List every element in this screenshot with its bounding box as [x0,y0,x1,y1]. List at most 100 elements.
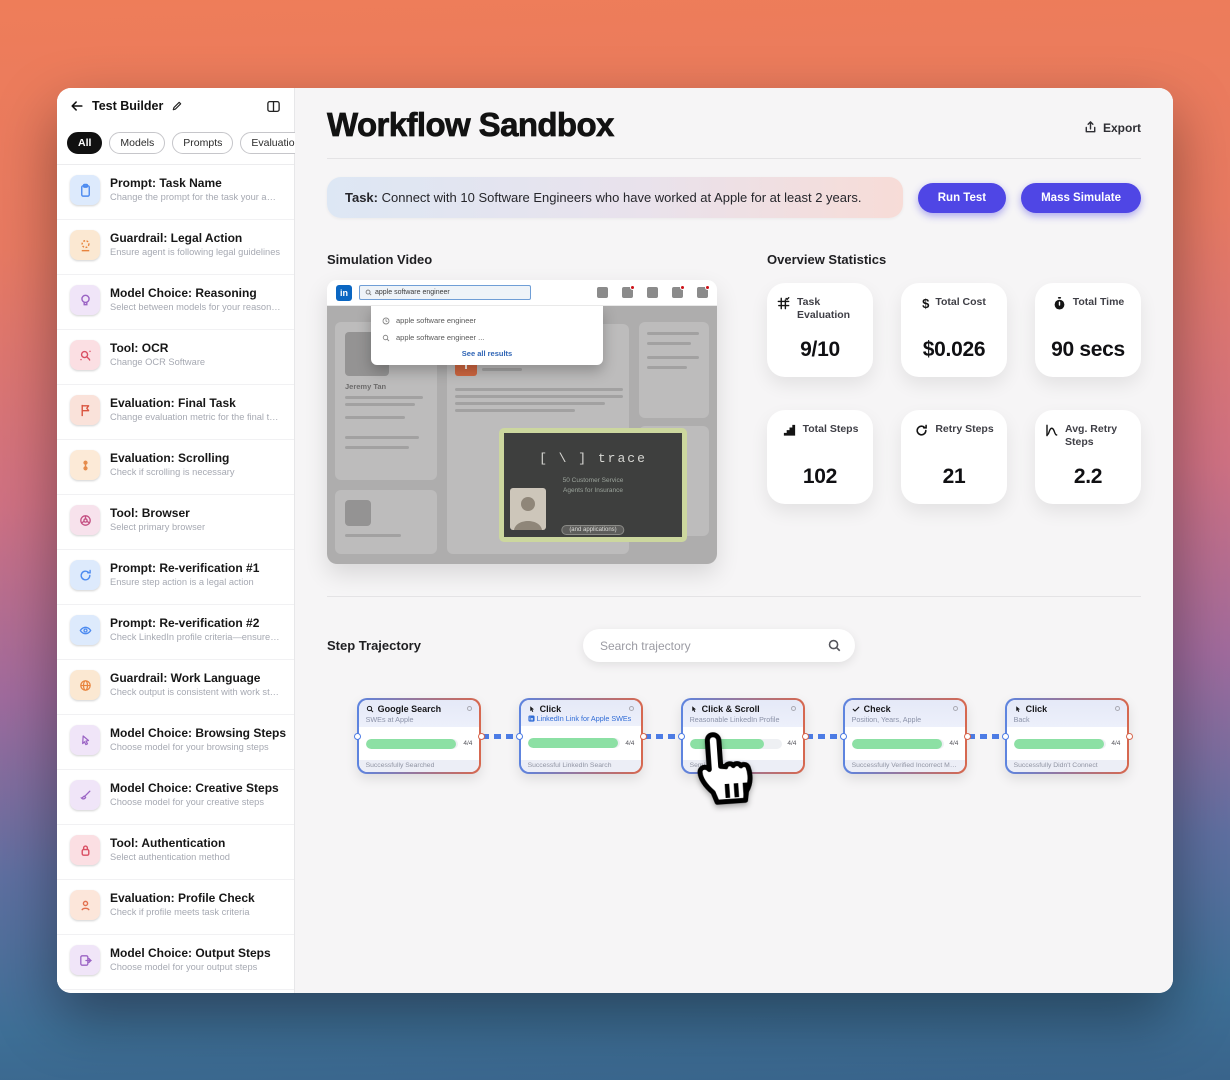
node-click-back[interactable]: Click Back 4/4 Successfully Didn't Conne… [1005,698,1129,774]
linkedin-search-box[interactable]: apple software engineer [359,285,531,300]
brush-icon [70,780,100,810]
stat-card-task-evaluation: Task Evaluation 9/10 [767,283,873,377]
progress-count: 4/4 [463,740,472,747]
sidebar-item-tool-browser[interactable]: Tool: BrowserSelect primary browser [57,495,294,550]
sidebar-item-eval-profile-check[interactable]: Evaluation: Profile CheckCheck if profil… [57,880,294,935]
suggestion-row[interactable]: apple software engineer ... [371,329,603,346]
item-title: Prompt: Task Name [110,176,281,190]
suggestion-row[interactable]: apple software engineer [371,312,603,329]
avg-retry-icon [1044,423,1059,438]
node-subtitle: Reasonable LinkedIn Profile [690,715,797,724]
trace-video-embed[interactable]: [ \ ] trace 50 Customer Service Agents f… [499,428,687,542]
sidebar-item-model-output-steps[interactable]: Model Choice: Output StepsChoose model f… [57,935,294,990]
item-title: Model Choice: Reasoning [110,286,281,300]
refresh-icon [70,560,100,590]
stat-value: 102 [776,465,864,489]
jobs-icon[interactable] [647,287,658,298]
node-check[interactable]: Check Position, Years, Apple 4/4 Success… [843,698,967,774]
item-title: Tool: OCR [110,341,205,355]
sidebar-item-prompt-reverification-2[interactable]: Prompt: Re-verification #2Check LinkedIn… [57,605,294,660]
connector [968,734,1004,739]
right-rail [639,322,709,418]
gear-icon[interactable] [791,706,796,711]
mass-simulate-button[interactable]: Mass Simulate [1021,183,1141,213]
port-in [840,733,847,740]
dollar-icon: $ [922,296,929,312]
sidebar-item-guardrail-work-language[interactable]: Guardrail: Work LanguageCheck output is … [57,660,294,715]
port-in [1002,733,1009,740]
sidebar-item-model-creative-steps[interactable]: Model Choice: Creative StepsChoose model… [57,770,294,825]
gear-icon[interactable] [953,706,958,711]
panel-toggle-icon[interactable] [266,99,281,114]
notifications-icon[interactable] [697,287,708,298]
stat-value: $0.026 [910,338,998,362]
gear-icon[interactable] [629,706,634,711]
item-title: Model Choice: Browsing Steps [110,726,281,740]
grid-check-icon [776,296,791,311]
stat-value: 9/10 [776,338,864,362]
item-title: Tool: Browser [110,506,205,520]
stopwatch-icon [1052,296,1067,311]
sidebar-item-tool-ocr[interactable]: Tool: OCRChange OCR Software [57,330,294,385]
item-title: Model Choice: Output Steps [110,946,271,960]
back-icon[interactable] [70,99,84,113]
browser-icon [70,505,100,535]
stat-label: Total Time [1073,296,1125,309]
home-icon[interactable] [597,287,608,298]
sidebar-item-tool-authentication[interactable]: Tool: AuthenticationSelect authenticatio… [57,825,294,880]
node-subtitle: LinkedIn Link for Apple SWEs [537,715,632,724]
sidebar-item-list: Prompt: Task Name Change the prompt for t… [57,165,294,993]
filter-models[interactable]: Models [109,132,165,154]
sidebar-item-prompt-task-name[interactable]: Prompt: Task Name Change the prompt for t… [57,165,294,220]
item-subtitle: Check output is consistent with work sta… [110,687,281,697]
gear-icon[interactable] [1115,706,1120,711]
ocr-scan-icon [70,340,100,370]
messaging-icon[interactable] [672,287,683,298]
sidebar-item-model-browsing-steps[interactable]: Model Choice: Browsing Steps Choose model… [57,715,294,770]
task-text: Connect with 10 Software Engineers who h… [382,190,862,205]
stat-value: 2.2 [1044,465,1132,489]
sidebar-item-prompt-reverification-1[interactable]: Prompt: Re-verification #1Ensure step ac… [57,550,294,605]
globe-icon [70,670,100,700]
stat-value: 90 secs [1044,338,1132,362]
progress-count: 4/4 [787,740,796,747]
person-icon [70,890,100,920]
node-click-linkedin[interactable]: Click LinkedIn Link for Apple SWEs 4/4 S… [519,698,643,774]
port-out [802,733,809,740]
stat-label: Retry Steps [935,423,993,436]
item-subtitle: Choose model for your browsing steps [110,742,281,752]
speaker-silhouette [510,488,546,530]
progress-count: 4/4 [949,740,958,747]
gear-icon[interactable] [467,706,472,711]
see-all-results-link[interactable]: See all results [371,349,603,358]
run-test-button[interactable]: Run Test [918,183,1006,213]
item-subtitle: Check LinkedIn profile criteria—ensure i… [110,632,281,642]
sidebar-item-guardrail-legal-action[interactable]: Guardrail: Legal ActionEnsure agent is f… [57,220,294,275]
progress-bar [528,738,621,748]
filter-all[interactable]: All [67,132,102,154]
sidebar-item-eval-scrolling[interactable]: Evaluation: ScrollingCheck if scrolling … [57,440,294,495]
trajectory-search-input[interactable] [583,629,855,662]
simulation-video[interactable]: in apple software engineer [327,280,717,564]
stat-label: Task Evaluation [797,296,864,322]
app-window: Test Builder All Models Prompts Evaluati… [57,88,1173,993]
item-subtitle: Select between models for your reasoning… [110,302,281,312]
item-subtitle: Change the prompt for the task your agen… [110,192,281,202]
sidebar-item-model-reasoning[interactable]: Model Choice: Reasoning Select between mo… [57,275,294,330]
stat-card-retry-steps: Retry Steps 21 [901,410,1007,504]
sidebar-item-eval-final-task[interactable]: Evaluation: Final TaskChange evaluation … [57,385,294,440]
stamp-icon [70,230,100,260]
export-button[interactable]: Export [1083,120,1141,135]
progress-bar [366,739,459,749]
overview-statistics-heading: Overview Statistics [767,252,1141,267]
port-out [1126,733,1133,740]
task-label: Task: [345,190,378,205]
eye-icon [70,615,100,645]
node-google-search[interactable]: Google Search SWEs at Apple 4/4 Successf… [357,698,481,774]
edit-pencil-icon[interactable] [171,100,183,112]
retry-icon [914,423,929,438]
filter-prompts[interactable]: Prompts [172,132,233,154]
linkedin-icon [528,715,535,722]
node-subtitle: Back [1014,715,1121,724]
my-network-icon[interactable] [622,287,633,298]
